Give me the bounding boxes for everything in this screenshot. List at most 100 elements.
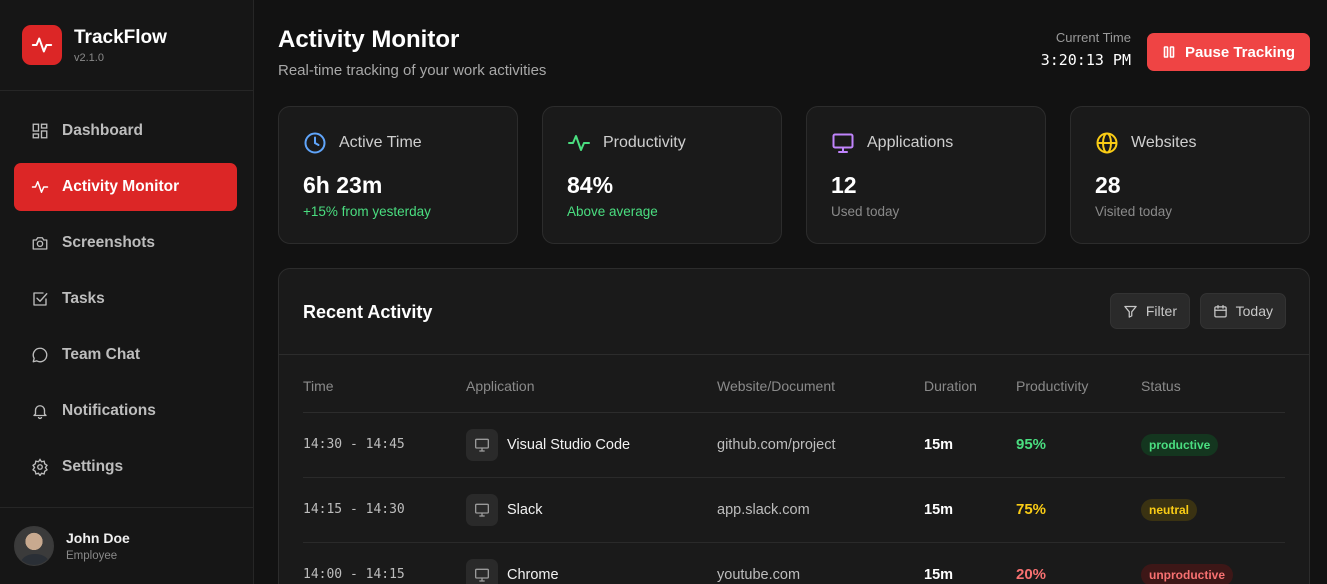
brand: TrackFlow v2.1.0 — [0, 0, 253, 91]
activity-icon — [22, 25, 62, 65]
stat-card-productivity: Productivity 84% Above average — [542, 106, 782, 244]
row-status: unproductive — [1141, 542, 1285, 584]
user-role: Employee — [66, 550, 118, 562]
column-header[interactable]: Duration — [924, 355, 1016, 413]
avatar — [14, 526, 54, 566]
clock-label: Current Time — [1055, 30, 1131, 45]
activity-icon — [31, 181, 49, 193]
chat-icon — [32, 347, 48, 363]
globe-icon — [1096, 132, 1118, 154]
date-button[interactable]: Today — [1199, 293, 1286, 329]
checkbox-icon — [33, 292, 48, 306]
column-header[interactable]: Time — [303, 355, 466, 413]
monitor-icon — [466, 428, 498, 461]
sidebar-item-label: Activity Monitor — [62, 178, 180, 195]
row-productivity: 95% — [1016, 412, 1141, 478]
table-row[interactable]: 14:00 - 14:15 Chrome youtube.com 15m 20%… — [303, 542, 1285, 584]
stat-label: Productivity — [603, 134, 686, 151]
row-application: Visual Studio Code — [466, 412, 717, 478]
stat-card-active-time: Active Time 6h 23m +15% from yesterday — [278, 106, 518, 244]
row-time: 14:00 - 14:15 — [303, 542, 466, 584]
monitor-icon — [466, 558, 498, 584]
stat-label: Applications — [867, 134, 954, 151]
main-content: Activity Monitor Real-time tracking of y… — [254, 0, 1327, 584]
status-badge: unproductive — [1141, 563, 1234, 584]
sidebar-item-team-chat[interactable]: Team Chat — [14, 331, 237, 379]
sidebar-item-label: Notifications — [62, 402, 156, 419]
status-badge: productive — [1141, 433, 1219, 456]
stat-value: 84% — [567, 172, 614, 198]
row-site: youtube.com — [717, 542, 924, 584]
column-header[interactable]: Application — [466, 355, 717, 413]
row-time: 14:30 - 14:45 — [303, 412, 466, 478]
pause-label: Pause Tracking — [1184, 43, 1296, 61]
user-profile[interactable]: John Doe Employee — [0, 507, 253, 584]
filter-label: Filter — [1145, 303, 1177, 319]
grid-icon — [32, 123, 48, 139]
row-status: productive — [1141, 412, 1285, 478]
clock-icon — [304, 132, 326, 154]
page-title: Activity Monitor — [278, 26, 460, 53]
sidebar-item-notifications[interactable]: Notifications — [14, 387, 237, 435]
row-productivity: 20% — [1016, 542, 1141, 584]
stat-label: Websites — [1131, 134, 1197, 151]
filter-button[interactable]: Filter — [1109, 293, 1190, 329]
row-status: neutral — [1141, 477, 1285, 543]
table-row[interactable]: 14:15 - 14:30 Slack app.slack.com 15m 75… — [303, 477, 1285, 543]
row-duration: 15m — [924, 412, 1016, 478]
sidebar-item-activity-monitor[interactable]: Activity Monitor — [14, 163, 237, 211]
clock-value: 3:20:13 PM — [1040, 51, 1131, 69]
app-name: Slack — [507, 501, 543, 518]
row-duration: 15m — [924, 542, 1016, 584]
row-time: 14:15 - 14:30 — [303, 477, 466, 543]
row-site: app.slack.com — [717, 477, 924, 543]
sidebar: TrackFlow v2.1.0 Dashboard Activity Moni… — [0, 0, 254, 584]
user-name: John Doe — [66, 530, 130, 546]
activity-table: Time Application Website/Document Durati… — [303, 355, 1285, 584]
monitor-icon — [466, 493, 498, 526]
sidebar-item-screenshots[interactable]: Screenshots — [14, 219, 237, 267]
recent-activity-panel: Recent Activity Filter Today Time Applic… — [278, 268, 1310, 584]
page-subtitle: Real-time tracking of your work activiti… — [278, 62, 547, 79]
table-header-row: Time Application Website/Document Durati… — [303, 355, 1285, 413]
stat-value: 12 — [831, 172, 857, 198]
row-productivity: 75% — [1016, 477, 1141, 543]
stats-row: Active Time 6h 23m +15% from yesterday P… — [278, 106, 1310, 244]
column-header[interactable]: Productivity — [1016, 355, 1141, 413]
app-name: Chrome — [507, 566, 559, 583]
bell-icon — [33, 405, 47, 420]
sidebar-item-label: Tasks — [62, 290, 105, 307]
stat-note: Visited today — [1095, 204, 1173, 219]
stat-value: 28 — [1095, 172, 1121, 198]
column-header[interactable]: Status — [1141, 355, 1285, 413]
sidebar-nav: Dashboard Activity Monitor Screenshots T… — [14, 107, 237, 499]
sidebar-item-tasks[interactable]: Tasks — [14, 275, 237, 323]
row-site: github.com/project — [717, 412, 924, 478]
column-header[interactable]: Website/Document — [717, 355, 924, 413]
filter-icon — [1124, 305, 1137, 318]
brand-version: v2.1.0 — [74, 51, 104, 64]
activity-header: Recent Activity Filter Today — [279, 269, 1309, 355]
stat-note: +15% from yesterday — [303, 204, 431, 219]
stat-label: Active Time — [339, 134, 422, 151]
stat-value: 6h 23m — [303, 172, 383, 198]
status-badge: neutral — [1141, 498, 1198, 521]
sidebar-item-label: Team Chat — [62, 346, 141, 363]
sidebar-item-label: Screenshots — [62, 234, 156, 251]
row-application: Chrome — [466, 542, 717, 584]
camera-icon — [32, 237, 48, 250]
pause-tracking-button[interactable]: Pause Tracking — [1147, 33, 1310, 71]
stat-card-applications: Applications 12 Used today — [806, 106, 1046, 244]
pause-icon — [1163, 46, 1175, 58]
sidebar-item-dashboard[interactable]: Dashboard — [14, 107, 237, 155]
table-row[interactable]: 14:30 - 14:45 Visual Studio Code github.… — [303, 412, 1285, 478]
current-time: Current Time 3:20:13 PM — [1041, 30, 1131, 69]
app-name: Visual Studio Code — [507, 436, 631, 453]
sidebar-item-label: Dashboard — [62, 122, 143, 139]
sidebar-item-label: Settings — [62, 458, 124, 475]
gear-icon — [32, 458, 48, 476]
stat-note: Used today — [831, 204, 900, 219]
stat-note: Above average — [567, 204, 658, 219]
sidebar-item-settings[interactable]: Settings — [14, 443, 237, 491]
row-application: Slack — [466, 477, 717, 543]
